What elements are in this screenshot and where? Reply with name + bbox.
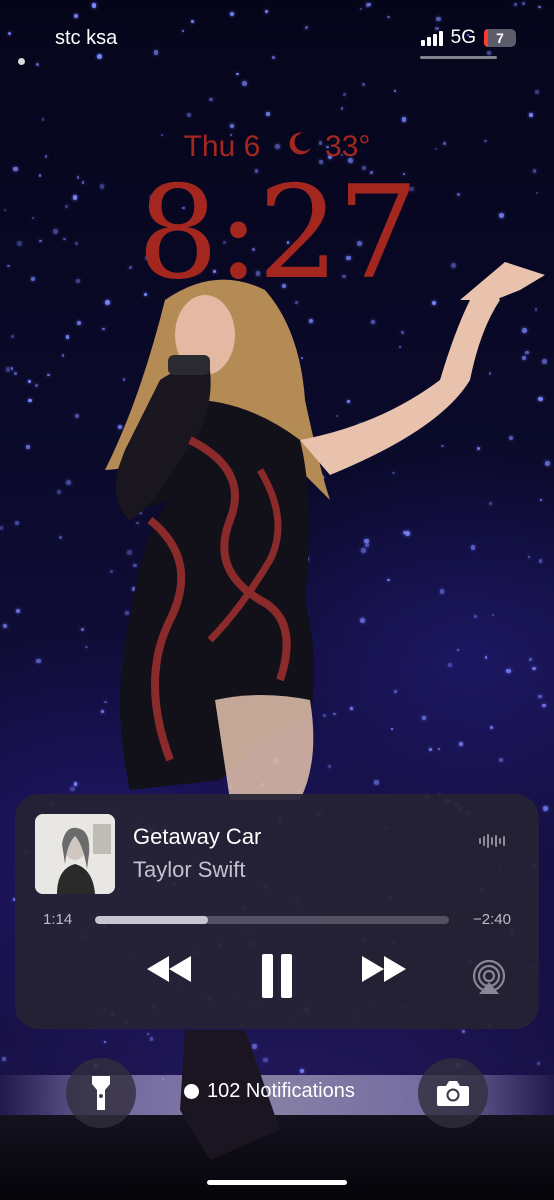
remaining-time: −2:40 — [473, 911, 511, 928]
status-bar: stc ksa 5G 7 — [0, 0, 554, 70]
elapsed-time: 1:14 — [43, 911, 73, 928]
flashlight-button[interactable] — [66, 1058, 136, 1128]
camera-icon — [437, 1081, 469, 1106]
playback-scrubber[interactable] — [95, 916, 449, 924]
notification-count-label: 102 Notifications — [207, 1080, 355, 1102]
rewind-button[interactable] — [145, 954, 193, 984]
privacy-indicator — [18, 58, 25, 65]
battery-icon: 7 — [484, 29, 516, 47]
pause-icon — [262, 954, 292, 998]
battery-level: 7 — [496, 30, 504, 46]
notification-summary[interactable]: 102 Notifications — [184, 1080, 355, 1103]
fast-forward-icon — [362, 956, 406, 982]
control-center-grabber[interactable] — [420, 56, 497, 59]
cellular-signal-icon — [420, 30, 443, 46]
lock-clock[interactable]: 8:27 — [0, 170, 554, 298]
camera-button[interactable] — [418, 1058, 488, 1128]
fast-forward-button[interactable] — [360, 954, 408, 984]
carrier-label: stc ksa — [55, 27, 118, 49]
network-type: 5G — [450, 27, 476, 48]
pause-button[interactable] — [260, 954, 294, 998]
album-art[interactable] — [35, 814, 115, 894]
track-artist: Taylor Swift — [133, 857, 246, 882]
notification-dot-icon — [184, 1084, 199, 1099]
rewind-icon — [147, 956, 191, 982]
track-title: Getaway Car — [133, 824, 262, 849]
playback-progress-fill — [95, 916, 209, 924]
status-indicators: 5G 7 — [420, 27, 516, 49]
now-playing-widget[interactable]: Getaway Car Taylor Swift 1:14 −2:40 — [15, 794, 539, 1029]
waveform-icon — [479, 834, 505, 848]
airplay-icon — [472, 959, 506, 994]
home-indicator[interactable] — [207, 1180, 347, 1185]
flashlight-icon — [92, 1076, 110, 1110]
airplay-button[interactable] — [471, 959, 507, 1001]
